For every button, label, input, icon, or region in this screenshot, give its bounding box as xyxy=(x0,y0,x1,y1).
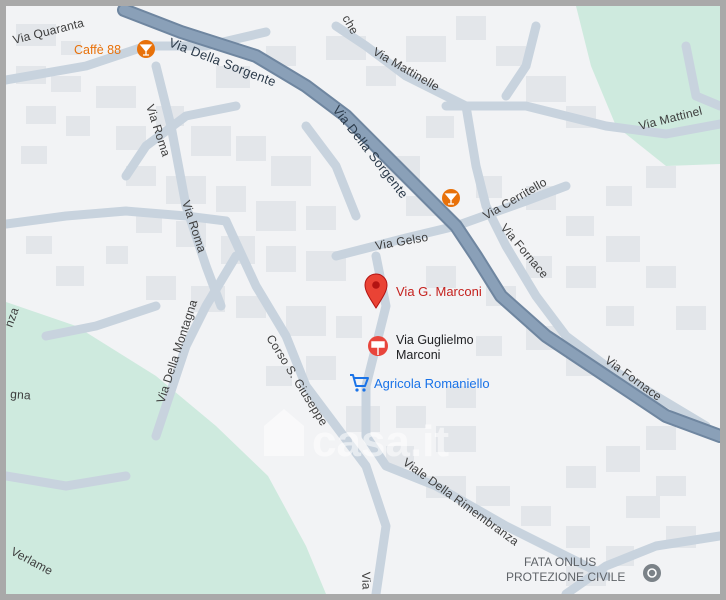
street-label-gna: gna xyxy=(10,387,32,402)
map-view[interactable]: casa.it Via Quaranta Via Della Sorgente … xyxy=(0,0,726,600)
cocktail-icon xyxy=(442,189,460,207)
poi-caffe-88[interactable]: Caffè 88 xyxy=(74,40,155,58)
poi-label-agricola-romaniello: Agricola Romaniello xyxy=(374,376,490,391)
poi-label-via-guglielmo-line1: Via Guglielmo xyxy=(396,333,474,347)
street-label-via-della-montagna: Via Della Montagna xyxy=(154,298,201,405)
place-dot-icon xyxy=(643,564,661,582)
map-canvas[interactable]: casa.it Via Quaranta Via Della Sorgente … xyxy=(6,6,720,594)
casa-it-watermark: casa.it xyxy=(264,409,449,466)
poi-bar[interactable] xyxy=(442,189,460,207)
signpost-icon xyxy=(368,336,388,356)
poi-label-via-guglielmo-line2: Marconi xyxy=(396,348,440,362)
poi-fata-onlus[interactable]: FATA ONLUS PROTEZIONE CIVILE xyxy=(506,555,661,584)
poi-label-fata-onlus-line1: FATA ONLUS xyxy=(524,555,596,569)
street-label-via-gelso: Via Gelso xyxy=(374,230,429,253)
poi-label-fata-onlus-line2: PROTEZIONE CIVILE xyxy=(506,570,625,584)
street-label-via-bottom: Via xyxy=(359,572,374,590)
poi-via-guglielmo-marconi[interactable]: Via Guglielmo Marconi xyxy=(368,333,474,362)
shopping-cart-icon xyxy=(350,374,369,392)
poi-label-caffe-88: Caffè 88 xyxy=(74,43,121,57)
cocktail-icon xyxy=(137,40,155,58)
watermark-text: casa.it xyxy=(312,417,449,466)
marker-label-via-g-marconi: Via G. Marconi xyxy=(396,284,482,299)
